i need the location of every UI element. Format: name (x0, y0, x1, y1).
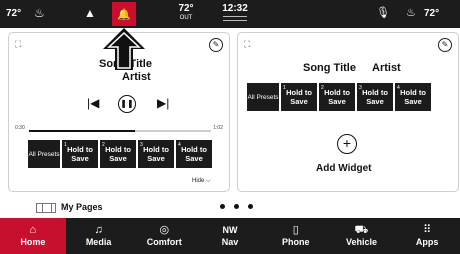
signal-icon (223, 16, 247, 21)
nav-label: Home (20, 237, 46, 247)
passenger-seat-icon[interactable]: ♨ (406, 6, 416, 19)
nav-label: Media (85, 237, 112, 247)
preset-button-4[interactable]: 4 Hold to Save (176, 140, 212, 168)
preset-number: 2 (102, 142, 105, 148)
preset-label: Hold to Save (67, 145, 93, 163)
page-dot-1[interactable] (220, 204, 225, 209)
my-pages-label[interactable]: My Pages (61, 202, 103, 212)
microphone-icon[interactable]: 🎙 (376, 6, 390, 19)
music-note-icon: ♫ (94, 224, 103, 236)
artist-name: Artist (122, 71, 151, 83)
progress-fill (29, 130, 135, 132)
preset-row: All Presets 1 Hold to Save 2 Hold to Save … (247, 83, 431, 111)
preset-row: All Presets 1 Hold to Save 2 Hold to Save … (28, 140, 212, 168)
pause-icon[interactable]: ❚❚ (118, 95, 136, 113)
preset-label: Hold to Save (362, 88, 388, 106)
nav-media[interactable]: ♫ Media (66, 218, 132, 254)
bottom-nav-bar: ⌂ Home ♫ Media ◎ Comfort NW Nav ▯ Phone ⛟ Vehi… (0, 218, 460, 254)
nav-label: Apps (415, 237, 439, 247)
apps-grid-icon: ⠿ (423, 224, 432, 236)
preset-button-3[interactable]: 3 Hold to Save (357, 83, 393, 111)
preset-number: 4 (397, 85, 400, 91)
preset-label: Hold to Save (105, 145, 131, 163)
all-presets-button[interactable]: All Presets (28, 140, 60, 168)
status-bar: 72° ♨ ▲ 🔔 72° OUT 12:32 🎙 ♨ 72° (0, 0, 460, 28)
expand-icon[interactable]: ⛶ (244, 39, 250, 50)
driver-temperature[interactable]: 72° (6, 8, 21, 19)
media-widget-right[interactable]: ⛶ ✎ Song Title Artist All Presets 1 Hold … (237, 32, 459, 192)
preset-button-2[interactable]: 2 Hold to Save (100, 140, 136, 168)
notification-icon[interactable]: 🔔 (112, 2, 136, 26)
nav-home[interactable]: ⌂ Home (0, 218, 66, 254)
add-widget-icon[interactable]: + (337, 134, 357, 154)
preset-number: 1 (64, 142, 67, 148)
preset-button-1[interactable]: 1 Hold to Save (281, 83, 317, 111)
nav-label: Vehicle (345, 237, 377, 247)
nav-label: Comfort (146, 237, 182, 247)
add-widget-label[interactable]: Add Widget (316, 163, 371, 174)
preset-label: Hold to Save (143, 145, 169, 163)
edit-icon[interactable]: ✎ (438, 38, 452, 52)
preset-number: 1 (283, 85, 286, 91)
pages-icon[interactable] (36, 203, 56, 213)
elapsed-time: 0:30 (15, 125, 25, 131)
pointer-arrow-icon (103, 28, 145, 70)
phone-icon: ▯ (292, 224, 299, 236)
song-title: Song Title (303, 62, 356, 74)
nav-comfort[interactable]: ◎ Comfort (131, 218, 197, 254)
clock-time: 12:32 (222, 3, 248, 14)
comfort-icon: ◎ (159, 224, 170, 236)
compass-direction: NW (222, 225, 238, 235)
nav-vehicle[interactable]: ⛟ Vehicle (329, 218, 395, 254)
outside-temp-label: OUT (179, 15, 193, 21)
hide-label: Hide (192, 178, 205, 184)
preset-number: 3 (359, 85, 362, 91)
preset-button-1[interactable]: 1 Hold to Save (62, 140, 98, 168)
preset-label: Hold to Save (181, 145, 207, 163)
clock: 12:32 (218, 3, 252, 21)
outside-temp-value: 72° (178, 3, 194, 14)
expand-icon[interactable]: ⛶ (15, 39, 21, 50)
artist-name: Artist (372, 62, 401, 74)
preset-number: 4 (178, 142, 181, 148)
next-track-icon[interactable]: ▶| (157, 96, 169, 110)
home-icon: ⌂ (29, 224, 37, 236)
page-dot-3[interactable] (248, 204, 253, 209)
hide-button[interactable]: Hide ⌵ (192, 178, 211, 185)
passenger-temperature[interactable]: 72° (424, 8, 439, 19)
progress-bar[interactable] (29, 130, 211, 132)
preset-button-2[interactable]: 2 Hold to Save (319, 83, 355, 111)
preset-button-4[interactable]: 4 Hold to Save (395, 83, 431, 111)
nav-apps[interactable]: ⠿ Apps (394, 218, 460, 254)
all-presets-button[interactable]: All Presets (247, 83, 279, 111)
preset-label: Hold to Save (286, 88, 312, 106)
preset-label: Hold to Save (400, 88, 426, 106)
seat-heat-icon[interactable]: ♨ (34, 6, 45, 20)
vehicle-icon: ⛟ (354, 224, 369, 236)
preset-button-3[interactable]: 3 Hold to Save (138, 140, 174, 168)
chevron-down-icon: ⌵ (206, 178, 211, 184)
nav-label: Nav (221, 237, 239, 247)
previous-track-icon[interactable]: |◀ (87, 96, 99, 110)
nav-phone[interactable]: ▯ Phone (263, 218, 329, 254)
playback-controls: |◀ ❚❚ ▶| (81, 95, 181, 114)
nav-label: Phone (281, 237, 310, 247)
edit-icon[interactable]: ✎ (209, 38, 223, 52)
preset-label: Hold to Save (324, 88, 350, 106)
preset-number: 2 (321, 85, 324, 91)
page-dot-2[interactable] (234, 204, 239, 209)
preset-number: 3 (140, 142, 143, 148)
profile-icon[interactable]: ▲ (84, 6, 96, 20)
nav-navigation[interactable]: NW Nav (197, 218, 263, 254)
total-time: 1:02 (213, 125, 223, 131)
outside-temperature: 72° OUT (172, 3, 200, 22)
